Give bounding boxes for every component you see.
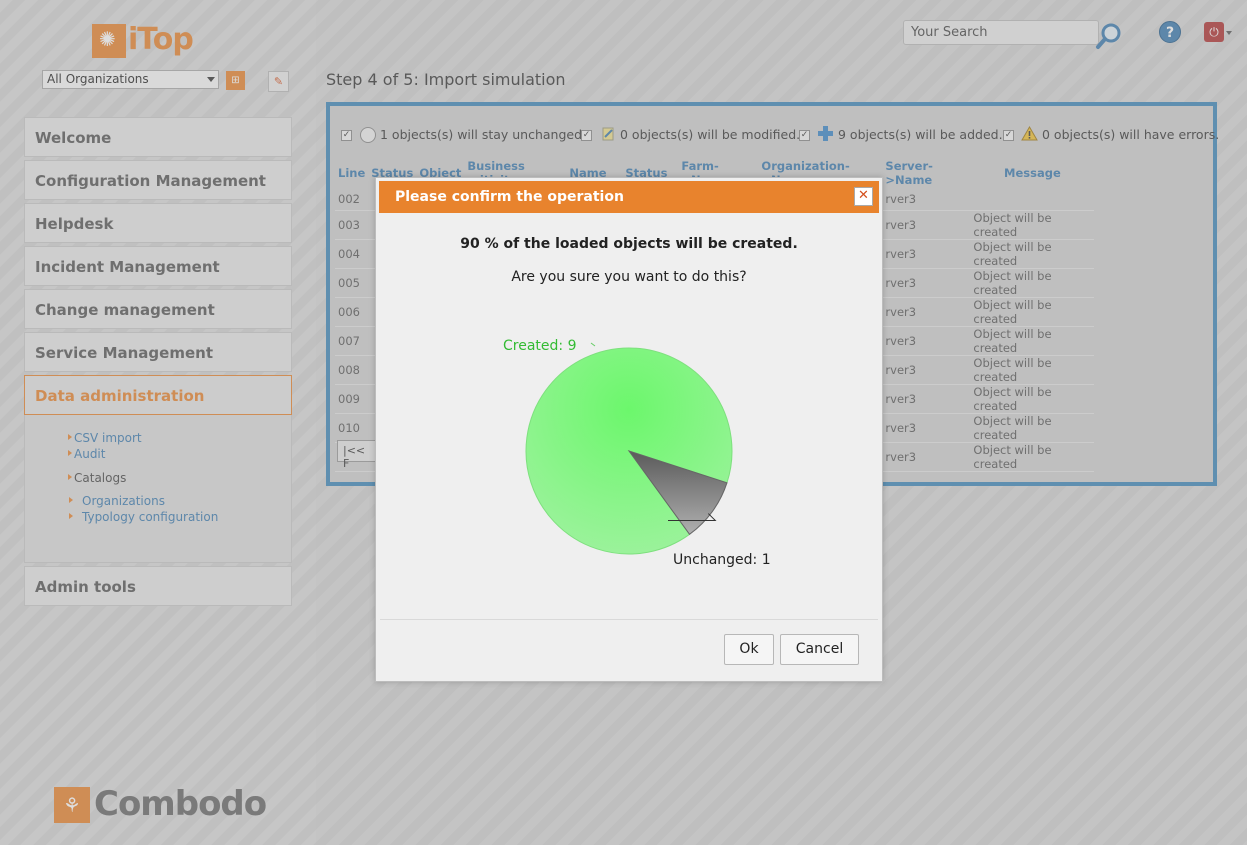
dialog-separator: [380, 619, 878, 620]
ok-button[interactable]: Ok: [724, 634, 774, 665]
close-icon[interactable]: ✕: [854, 187, 873, 206]
dialog-question: Are you sure you want to do this?: [511, 269, 747, 285]
dialog-message: 90 % of the loaded objects will be creat…: [460, 236, 798, 252]
cancel-button[interactable]: Cancel: [780, 634, 859, 665]
dialog-title: Please confirm the operation: [379, 181, 879, 213]
pie-label: Created: 9: [503, 338, 576, 354]
import-pie-chart: Created: 9 Unchanged: 1: [503, 338, 771, 568]
confirm-dialog: Please confirm the operation ✕ 90 % of t…: [375, 177, 883, 682]
pie-leader-line: [590, 342, 596, 347]
pie-label: Unchanged: 1: [673, 552, 771, 568]
